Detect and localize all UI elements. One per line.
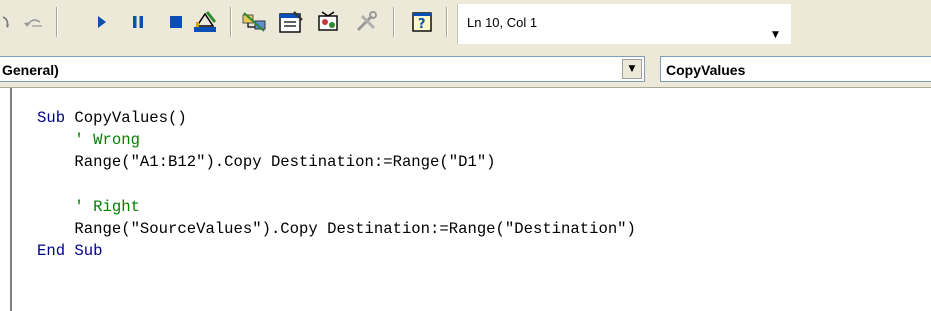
object-browser-icon[interactable]: [314, 9, 344, 35]
run-icon[interactable]: [92, 9, 112, 35]
comment-token: ' Wrong: [37, 131, 140, 150]
code-editor[interactable]: Sub CopyValues() ' Wrong Range("A1:B12")…: [0, 88, 931, 311]
toolbox-icon[interactable]: [352, 9, 382, 35]
project-explorer-icon[interactable]: [240, 9, 270, 35]
design-mode-icon[interactable]: [190, 9, 222, 35]
help-icon[interactable]: ?: [408, 9, 436, 35]
properties-window-icon[interactable]: [276, 9, 306, 35]
procedure-combo-value: CopyValues: [666, 62, 746, 78]
code-line[interactable]: Sub CopyValues(): [37, 107, 636, 129]
reset-icon[interactable]: [166, 9, 186, 35]
code-text[interactable]: Sub CopyValues() ' Wrong Range("A1:B12")…: [37, 107, 636, 262]
object-combo-arrow-icon[interactable]: ▼: [622, 59, 642, 79]
margin-indicator-bar[interactable]: [0, 88, 12, 311]
code-token: Range("A1:B12").Copy Destination:=Range(…: [37, 153, 496, 172]
standard-toolbar: ? Ln 10, Col 1 ▼: [0, 0, 931, 50]
code-token: CopyValues(): [65, 109, 187, 127]
break-icon[interactable]: [128, 9, 148, 35]
code-line[interactable]: ' Wrong: [37, 129, 636, 151]
object-combo-value: General): [2, 62, 59, 78]
procedure-combo[interactable]: CopyValues: [660, 56, 931, 82]
toolbar-options-dropdown-icon[interactable]: ▼: [772, 30, 779, 40]
code-line[interactable]: [37, 174, 636, 196]
keyword-token: Sub: [37, 109, 66, 127]
cursor-position-box: Ln 10, Col 1 ▼: [457, 4, 791, 44]
code-token: Range("SourceValues").Copy Destination:=…: [37, 219, 636, 238]
comment-token: ' Right: [37, 197, 140, 216]
object-combo[interactable]: General) ▼: [0, 56, 645, 82]
code-line[interactable]: End Sub: [37, 240, 636, 262]
code-window-combo-bar: General) ▼ CopyValues: [0, 50, 931, 88]
redo-icon[interactable]: [0, 9, 12, 35]
undo-icon[interactable]: [18, 9, 46, 35]
code-line[interactable]: Range("A1:B12").Copy Destination:=Range(…: [37, 151, 636, 173]
keyword-token: End Sub: [37, 242, 103, 261]
code-line[interactable]: ' Right: [37, 196, 636, 218]
cursor-position-text: Ln 10, Col 1: [467, 15, 538, 30]
svg-text:?: ?: [418, 17, 426, 32]
code-line[interactable]: Range("SourceValues").Copy Destination:=…: [37, 218, 636, 240]
